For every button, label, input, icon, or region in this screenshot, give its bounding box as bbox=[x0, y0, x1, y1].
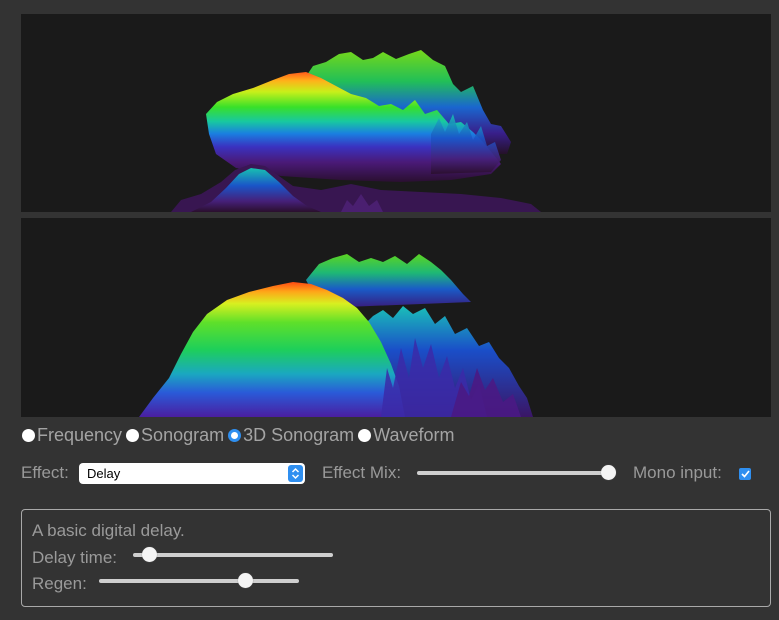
sonogram-canvas-output bbox=[21, 218, 771, 417]
select-arrows-icon bbox=[288, 465, 303, 482]
mode-3d-sonogram-label: 3D Sonogram bbox=[243, 424, 355, 445]
effect-mix-track bbox=[417, 471, 614, 475]
delay-time-thumb[interactable] bbox=[142, 547, 157, 562]
effect-controls: Effect: Delay Effect Mix: Mono input: bbox=[21, 461, 761, 485]
mode-3d-sonogram[interactable]: 3D Sonogram bbox=[228, 425, 354, 446]
regen-thumb[interactable] bbox=[238, 573, 253, 588]
mono-input-checkbox[interactable] bbox=[739, 468, 751, 480]
mode-sonogram-label: Sonogram bbox=[141, 424, 225, 445]
effect-mix-label: Effect Mix: bbox=[322, 463, 402, 482]
sonogram-canvas-input bbox=[21, 14, 771, 212]
regen-track bbox=[99, 579, 299, 583]
effect-select-value: Delay bbox=[87, 466, 121, 481]
effect-mix-thumb[interactable] bbox=[601, 465, 617, 480]
sonogram-3d-image-input bbox=[171, 50, 541, 212]
effect-parameters-panel: A basic digital delay. Delay time: Regen… bbox=[21, 509, 771, 607]
mode-waveform-label: Waveform bbox=[373, 424, 455, 445]
radio-3d-sonogram[interactable] bbox=[228, 428, 242, 442]
radio-sonogram[interactable] bbox=[126, 428, 140, 442]
effect-select[interactable]: Delay bbox=[79, 463, 305, 484]
regen-label: Regen: bbox=[32, 574, 87, 593]
mode-frequency[interactable]: Frequency bbox=[22, 425, 122, 446]
radio-waveform[interactable] bbox=[358, 428, 372, 442]
checkmark-icon bbox=[740, 470, 750, 478]
mode-frequency-label: Frequency bbox=[37, 424, 123, 445]
effect-mix-slider[interactable] bbox=[417, 465, 617, 481]
visualization-mode-group: Frequency Sonogram 3D Sonogram Waveform bbox=[22, 424, 459, 446]
regen-slider[interactable] bbox=[99, 573, 299, 589]
mono-input-label: Mono input: bbox=[633, 463, 722, 482]
radio-frequency[interactable] bbox=[22, 428, 35, 442]
delay-time-slider[interactable] bbox=[133, 547, 333, 563]
effect-description: A basic digital delay. bbox=[32, 521, 185, 540]
mode-waveform[interactable]: Waveform bbox=[358, 424, 455, 446]
effect-label: Effect: bbox=[21, 463, 69, 482]
mode-sonogram[interactable]: Sonogram bbox=[126, 425, 224, 446]
delay-time-track bbox=[133, 553, 333, 557]
delay-time-label: Delay time: bbox=[32, 548, 118, 567]
sonogram-3d-image-output bbox=[139, 254, 533, 417]
